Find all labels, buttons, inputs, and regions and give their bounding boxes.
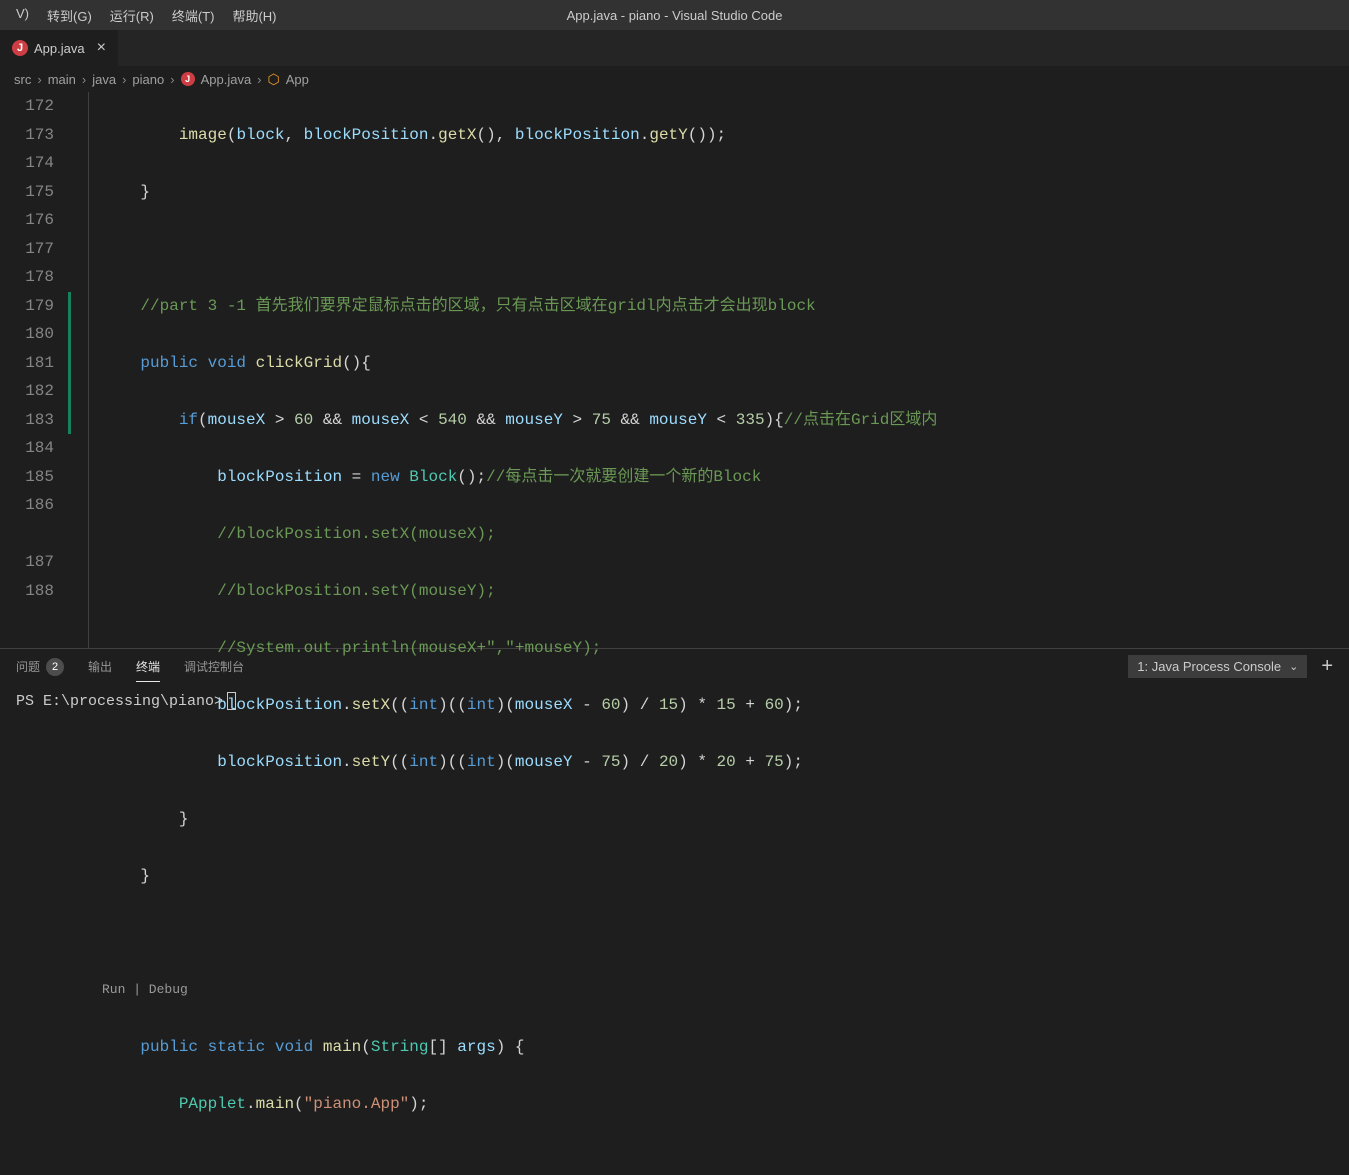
tab-label: App.java <box>34 41 85 56</box>
panel-tab-problems[interactable]: 问题 2 <box>16 652 64 682</box>
line-number: 174 <box>0 149 54 178</box>
menu-terminal[interactable]: 终端(T) <box>164 2 223 29</box>
chevron-right-icon: › <box>82 72 86 87</box>
line-number: 187 <box>0 548 54 577</box>
breadcrumb[interactable]: src › main › java › piano › J App.java ›… <box>0 66 1349 92</box>
java-file-icon: J <box>181 72 195 86</box>
line-number: 188 <box>0 577 54 606</box>
chevron-right-icon: › <box>257 72 261 87</box>
problems-count-badge: 2 <box>46 658 64 676</box>
line-number: 173 <box>0 121 54 150</box>
tab-app-java[interactable]: J App.java × <box>0 30 119 66</box>
breadcrumb-part[interactable]: main <box>48 72 76 87</box>
java-file-icon: J <box>12 40 28 56</box>
menu-goto[interactable]: 转到(G) <box>39 2 100 29</box>
line-number: 183 <box>0 406 54 435</box>
line-number: 175 <box>0 178 54 207</box>
breadcrumb-part[interactable]: src <box>14 72 31 87</box>
git-change-marker <box>68 292 71 435</box>
line-number <box>0 520 54 549</box>
line-number: 178 <box>0 263 54 292</box>
line-number: 185 <box>0 463 54 492</box>
window-title: App.java - piano - Visual Studio Code <box>567 8 783 23</box>
line-number <box>0 605 54 634</box>
title-bar: V) 转到(G) 运行(R) 终端(T) 帮助(H) App.java - pi… <box>0 0 1349 30</box>
codelens-run-debug[interactable]: Run | Debug <box>102 976 1349 1005</box>
breadcrumb-file[interactable]: App.java <box>201 72 252 87</box>
indent-guide <box>88 92 89 648</box>
menu-view[interactable]: V) <box>8 2 37 29</box>
chevron-right-icon: › <box>122 72 126 87</box>
line-number: 177 <box>0 235 54 264</box>
breadcrumb-symbol[interactable]: App <box>286 72 309 87</box>
breadcrumb-part[interactable]: java <box>92 72 116 87</box>
menu-run[interactable]: 运行(R) <box>102 2 162 29</box>
line-number: 176 <box>0 206 54 235</box>
line-number: 179 <box>0 292 54 321</box>
code-editor[interactable]: 172 173 174 175 176 177 178 179 180 181 … <box>0 92 1349 648</box>
line-number-gutter: 172 173 174 175 176 177 178 179 180 181 … <box>0 92 72 648</box>
chevron-right-icon: › <box>170 72 174 87</box>
chevron-right-icon: › <box>37 72 41 87</box>
menu-help[interactable]: 帮助(H) <box>224 2 284 29</box>
line-number: 182 <box>0 377 54 406</box>
line-number: 172 <box>0 92 54 121</box>
editor-tabs: J App.java × <box>0 30 1349 66</box>
code-content[interactable]: image(block, blockPosition.getX(), block… <box>72 92 1349 648</box>
breadcrumb-part[interactable]: piano <box>132 72 164 87</box>
line-number: 180 <box>0 320 54 349</box>
line-number: 181 <box>0 349 54 378</box>
symbol-class-icon: ⬡ <box>268 71 280 88</box>
line-number: 186 <box>0 491 54 520</box>
menu-bar: V) 转到(G) 运行(R) 终端(T) 帮助(H) <box>8 2 284 29</box>
line-number: 184 <box>0 434 54 463</box>
close-icon[interactable]: × <box>97 39 106 57</box>
